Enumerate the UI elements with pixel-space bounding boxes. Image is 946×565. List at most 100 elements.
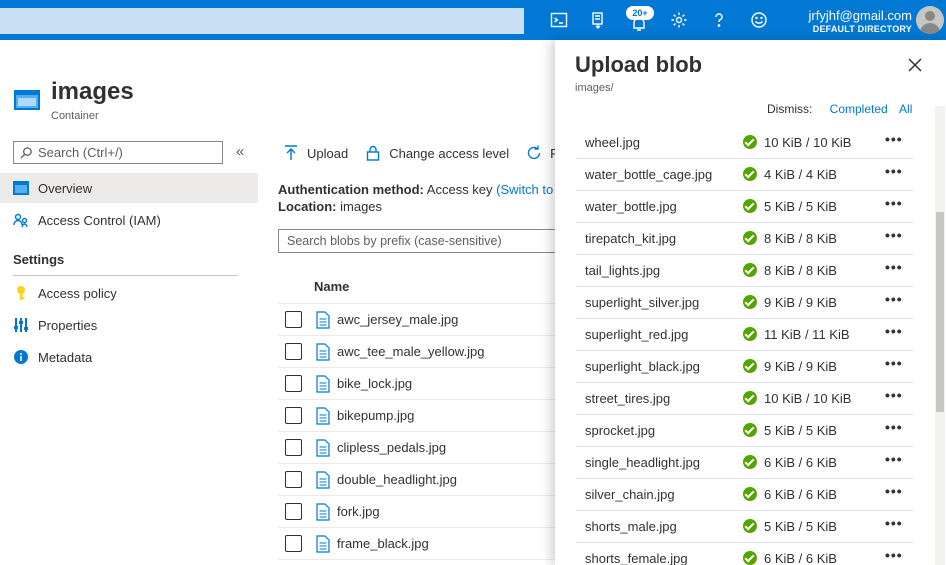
- upload-size: 9 KiB / 9 KiB: [764, 359, 837, 374]
- table-row[interactable]: bikepump.jpg: [278, 400, 568, 432]
- nav-section-settings: Settings: [13, 252, 65, 267]
- directory-filter-icon[interactable]: [587, 8, 611, 32]
- change-access-label: Change access level: [389, 145, 510, 161]
- nav-search-input[interactable]: Search (Ctrl+/): [13, 141, 223, 164]
- upload-size: 5 KiB / 5 KiB: [764, 519, 837, 534]
- upload-button[interactable]: Upload: [282, 144, 348, 162]
- more-options-icon[interactable]: •••: [885, 419, 903, 435]
- panel-scrollbar[interactable]: [935, 106, 945, 565]
- table-row[interactable]: awc_jersey_male.jpg: [278, 304, 568, 336]
- row-checkbox[interactable]: [285, 375, 302, 392]
- more-options-icon[interactable]: •••: [885, 323, 903, 339]
- more-options-icon[interactable]: •••: [885, 163, 903, 179]
- overview-icon: [12, 179, 30, 197]
- row-checkbox[interactable]: [285, 343, 302, 360]
- cloud-shell-icon[interactable]: [547, 8, 571, 32]
- more-options-icon[interactable]: •••: [885, 195, 903, 211]
- more-options-icon[interactable]: •••: [885, 131, 903, 147]
- help-icon[interactable]: [707, 8, 731, 32]
- panel-scroll-thumb[interactable]: [936, 212, 944, 412]
- info-icon: [12, 348, 30, 366]
- nav-item-metadata[interactable]: Metadata: [0, 342, 258, 372]
- lock-icon: [367, 145, 380, 161]
- upload-file-name: superlight_black.jpg: [585, 359, 700, 374]
- row-checkbox[interactable]: [285, 471, 302, 488]
- feedback-smiley-icon[interactable]: [747, 8, 771, 32]
- table-row[interactable]: double_headlight.jpg: [278, 464, 568, 496]
- success-check-icon: [743, 199, 757, 213]
- table-row[interactable]: clipless_pedals.jpg: [278, 432, 568, 464]
- file-name[interactable]: awc_tee_male_yellow.jpg: [337, 344, 484, 359]
- upload-row: sprocket.jpg 5 KiB / 5 KiB •••: [577, 415, 913, 447]
- global-search-box[interactable]: [0, 8, 524, 34]
- nav-item-label: Metadata: [38, 349, 93, 365]
- nav-item-overview[interactable]: Overview: [0, 173, 258, 203]
- upload-size: 11 KiB / 11 KiB: [764, 327, 850, 342]
- file-name[interactable]: bikepump.jpg: [337, 408, 414, 423]
- account-info[interactable]: jrfyjhf@gmail.com DEFAULT DIRECTORY: [809, 8, 913, 35]
- success-check-icon: [743, 263, 757, 277]
- nav-item-properties[interactable]: Properties: [0, 310, 258, 340]
- notification-count-badge: 20+: [626, 6, 654, 20]
- upload-file-name: water_bottle.jpg: [585, 199, 677, 214]
- key-icon: [12, 284, 30, 302]
- file-name[interactable]: double_headlight.jpg: [337, 472, 457, 487]
- upload-size: 10 KiB / 10 KiB: [764, 391, 852, 406]
- file-name[interactable]: clipless_pedals.jpg: [337, 440, 446, 455]
- upload-file-name: wheel.jpg: [585, 135, 640, 150]
- refresh-icon: [528, 145, 541, 160]
- more-options-icon[interactable]: •••: [885, 259, 903, 275]
- nav-item-access-policy[interactable]: Access policy: [0, 278, 258, 308]
- more-options-icon[interactable]: •••: [885, 515, 903, 531]
- more-options-icon[interactable]: •••: [885, 355, 903, 371]
- people-icon: [12, 211, 30, 229]
- upload-row: shorts_female.jpg 6 KiB / 6 KiB •••: [577, 543, 913, 565]
- more-options-icon[interactable]: •••: [885, 291, 903, 307]
- row-checkbox[interactable]: [285, 535, 302, 552]
- row-checkbox[interactable]: [285, 407, 302, 424]
- success-check-icon: [743, 391, 757, 405]
- table-row[interactable]: awc_tee_male_yellow.jpg: [278, 336, 568, 368]
- more-options-icon[interactable]: •••: [885, 451, 903, 467]
- table-row[interactable]: fork.jpg: [278, 496, 568, 528]
- nav-item-label: Properties: [38, 317, 98, 333]
- upload-size: 10 KiB / 10 KiB: [764, 135, 852, 150]
- nav-item-access-control[interactable]: Access Control (IAM): [0, 205, 258, 235]
- dismiss-all-link[interactable]: All: [899, 102, 912, 116]
- upload-size: 6 KiB / 6 KiB: [764, 487, 837, 502]
- upload-row: superlight_red.jpg 11 KiB / 11 KiB •••: [577, 319, 913, 351]
- more-options-icon[interactable]: •••: [885, 227, 903, 243]
- close-icon[interactable]: [905, 55, 925, 75]
- more-options-icon[interactable]: •••: [885, 387, 903, 403]
- panel-path: images/: [575, 82, 614, 94]
- dismiss-completed-link[interactable]: Completed: [830, 102, 888, 116]
- toolbar: Upload Change access level Re: [282, 141, 583, 165]
- table-row[interactable]: frame_black.jpg: [278, 528, 568, 560]
- top-bar: 20+ jrfyjhf@gmail.com DEFAULT DIRECTORY: [0, 0, 946, 40]
- more-options-icon[interactable]: •••: [885, 547, 903, 563]
- table-row[interactable]: bike_lock.jpg: [278, 368, 568, 400]
- upload-file-name: shorts_female.jpg: [585, 551, 688, 565]
- column-header-name[interactable]: Name: [314, 279, 349, 294]
- account-directory: DEFAULT DIRECTORY: [812, 24, 912, 34]
- blob-search-input[interactable]: Search blobs by prefix (case-sensitive): [278, 229, 568, 253]
- avatar[interactable]: [916, 6, 944, 34]
- settings-gear-icon[interactable]: [667, 8, 691, 32]
- row-checkbox[interactable]: [285, 439, 302, 456]
- row-checkbox[interactable]: [285, 311, 302, 328]
- properties-icon: [12, 316, 30, 334]
- file-name[interactable]: fork.jpg: [337, 504, 380, 519]
- success-check-icon: [743, 167, 757, 181]
- upload-row: silver_chain.jpg 6 KiB / 6 KiB •••: [577, 479, 913, 511]
- more-options-icon[interactable]: •••: [885, 483, 903, 499]
- file-name[interactable]: awc_jersey_male.jpg: [337, 312, 458, 327]
- change-access-level-button[interactable]: Change access level: [364, 144, 509, 162]
- collapse-nav-button[interactable]: «: [236, 143, 244, 160]
- file-name[interactable]: bike_lock.jpg: [337, 376, 412, 391]
- upload-row: street_tires.jpg 10 KiB / 10 KiB •••: [577, 383, 913, 415]
- file-name[interactable]: frame_black.jpg: [337, 536, 429, 551]
- row-checkbox[interactable]: [285, 503, 302, 520]
- upload-size: 5 KiB / 5 KiB: [764, 199, 837, 214]
- success-check-icon: [743, 231, 757, 245]
- switch-auth-link[interactable]: (Switch to: [496, 182, 553, 197]
